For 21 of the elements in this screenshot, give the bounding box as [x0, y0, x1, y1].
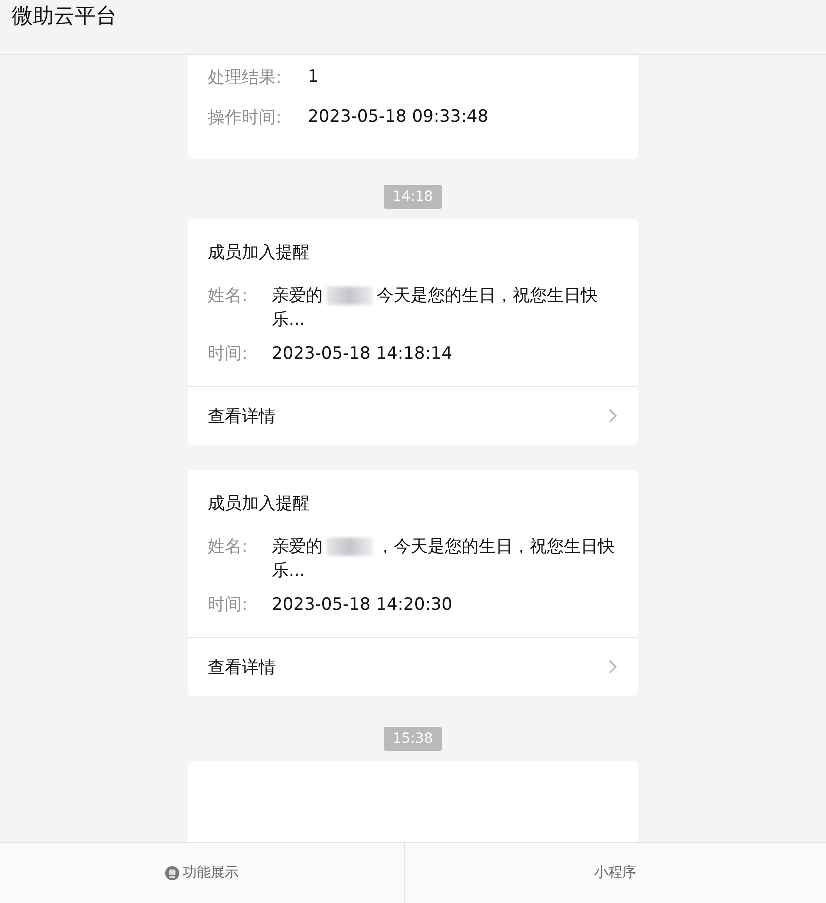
field-value: 1: [308, 67, 319, 87]
field-value: 亲爱的 今天是您的生日，祝您生日快乐...: [272, 285, 599, 332]
time-stamp: 14:18: [384, 185, 442, 209]
time-stamp: 15:38: [384, 727, 442, 751]
field-label: 时间:: [208, 343, 249, 366]
chevron-right-icon: [608, 408, 618, 424]
details-link[interactable]: 查看详情: [188, 637, 638, 696]
field-label: 操作时间:: [208, 106, 283, 128]
field-value: 2023-05-18 14:20:30: [272, 594, 454, 617]
field-label: 处理结果:: [208, 66, 283, 88]
field-value: 2023-05-18 09:33:48: [308, 107, 489, 127]
app-title: 微助云平台: [12, 3, 117, 30]
field-label: 时间:: [208, 594, 249, 617]
notice-title: 成员加入提醒: [207, 493, 311, 516]
field-value: 亲爱的 ，今天是您的生日，祝您生日快乐...: [272, 536, 616, 583]
field-label: 姓名:: [208, 285, 249, 308]
chevron-right-icon: [608, 659, 618, 675]
field-value: 2023-05-18 14:18:14: [272, 343, 454, 366]
details-link[interactable]: 查看详情: [188, 386, 638, 445]
field-label: 姓名:: [208, 536, 249, 559]
notice-title: 成员加入提醒: [207, 242, 311, 265]
